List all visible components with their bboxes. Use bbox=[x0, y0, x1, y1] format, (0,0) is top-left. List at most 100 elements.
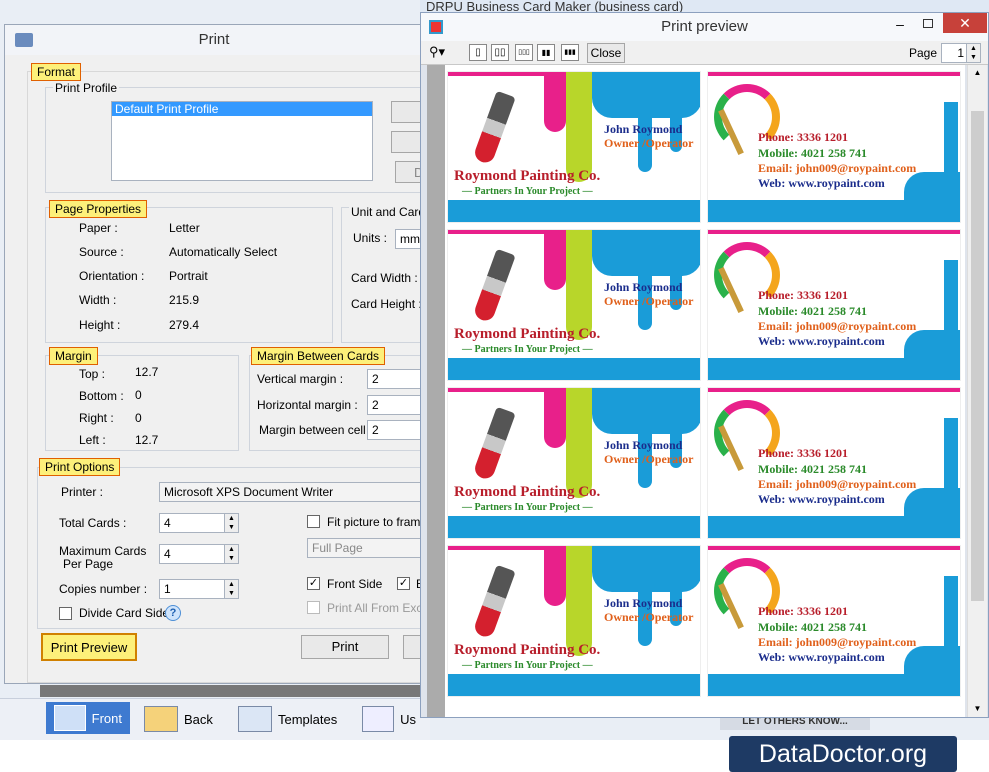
front-card-icon bbox=[54, 705, 86, 731]
total-cards-spin[interactable]: ▲ ▼ bbox=[224, 514, 238, 532]
back-business-card: Phone: 3336 1201 Mobile: 4021 258 741 Emai… bbox=[707, 545, 961, 697]
scroll-down-arrow[interactable]: ▼ bbox=[968, 701, 987, 717]
four-pages-icon[interactable]: ▮▮ bbox=[537, 44, 555, 61]
margin-between-cell-label: Margin between cell : bbox=[259, 423, 373, 437]
preview-close-button[interactable]: Close bbox=[587, 43, 625, 63]
print-all-excel-checkbox[interactable] bbox=[307, 601, 320, 614]
copies-spin[interactable]: ▲ ▼ bbox=[224, 580, 238, 598]
paper-label: Paper : bbox=[79, 221, 118, 235]
vertical-margin-input[interactable]: 2 bbox=[367, 369, 425, 389]
divide-card-checkbox[interactable] bbox=[59, 607, 72, 620]
margin-between-label: Margin Between Cards bbox=[251, 347, 386, 365]
paintbrush-icon bbox=[472, 90, 516, 166]
paint-splash bbox=[544, 72, 566, 132]
units-label: Units : bbox=[353, 231, 388, 245]
scroll-track[interactable] bbox=[40, 685, 430, 697]
nav-front-button[interactable]: Front bbox=[46, 702, 130, 734]
page-number-stepper[interactable]: 1 ▲ ▼ bbox=[941, 43, 981, 63]
horizontal-margin-label: Horizontal margin : bbox=[257, 398, 358, 412]
print-profile-list[interactable]: Default Print Profile bbox=[111, 101, 373, 181]
margin-between-cell-input[interactable]: 2 bbox=[367, 420, 425, 440]
printer-select[interactable]: Microsoft XPS Document Writer bbox=[159, 482, 425, 502]
back-business-card: Phone: 3336 1201 Mobile: 4021 258 741 Emai… bbox=[707, 387, 961, 539]
maximize-button[interactable] bbox=[917, 17, 939, 33]
total-cards-value: 4 bbox=[164, 516, 171, 530]
max-cards-value: 4 bbox=[164, 547, 171, 561]
scroll-up-arrow[interactable]: ▲ bbox=[968, 65, 987, 81]
margin-right-value: 0 bbox=[135, 411, 142, 425]
two-pages-icon[interactable]: ▯▯ bbox=[491, 44, 509, 61]
format-label: Format bbox=[31, 63, 82, 81]
scroll-thumb[interactable] bbox=[971, 111, 984, 601]
fit-picture-label: Fit picture to fram bbox=[327, 515, 421, 529]
margin-top-value: 12.7 bbox=[135, 365, 159, 379]
card-person-role: Owner /Operator bbox=[604, 610, 694, 624]
front-business-card: John Roymond Owner /Operator Roymond Paint… bbox=[447, 229, 701, 381]
close-window-button[interactable]: ✕ bbox=[943, 13, 987, 33]
back-side-checkbox[interactable]: ✓ bbox=[397, 577, 410, 590]
card-mobile: Mobile: 4021 258 741 bbox=[758, 462, 867, 476]
card-email: Email: john009@roypaint.com bbox=[758, 161, 917, 175]
fit-mode-select[interactable]: Full Page bbox=[307, 538, 425, 558]
user-icon bbox=[362, 706, 395, 732]
print-all-excel-label: Print All From Excel bbox=[327, 601, 432, 615]
printer-app-icon bbox=[15, 33, 33, 47]
page-properties-label: Page Properties bbox=[49, 200, 148, 218]
print-button[interactable]: Print bbox=[301, 635, 389, 659]
orientation-label: Orientation : bbox=[79, 269, 145, 283]
front-side-checkbox[interactable]: ✓ bbox=[307, 577, 320, 590]
help-icon[interactable]: ? bbox=[165, 605, 181, 621]
margin-left-value: 12.7 bbox=[135, 433, 159, 447]
print-dialog: Print Format Print Profile Default Print… bbox=[4, 24, 432, 684]
three-pages-icon[interactable]: ▯▯▯ bbox=[515, 44, 533, 61]
nav-templates-button[interactable]: Templates bbox=[230, 703, 345, 735]
minimize-button[interactable]: – bbox=[889, 17, 911, 33]
page-number-value: 1 bbox=[957, 46, 964, 60]
max-cards-spin[interactable]: ▲ ▼ bbox=[224, 545, 238, 563]
card-phone: Phone: 3336 1201 bbox=[758, 288, 848, 302]
card-email: Email: john009@roypaint.com bbox=[758, 635, 917, 649]
six-pages-icon[interactable]: ▮▮▮ bbox=[561, 44, 579, 61]
nav-user-button[interactable]: Us bbox=[354, 703, 424, 735]
copies-stepper[interactable]: 1 ▲ ▼ bbox=[159, 579, 239, 599]
profile-item-default[interactable]: Default Print Profile bbox=[112, 102, 372, 116]
tell-others-banner[interactable]: LET OTHERS KNOW... bbox=[720, 716, 870, 730]
card-height-label: Card Height : bbox=[351, 297, 422, 311]
zoom-icon[interactable]: ⚲▾ bbox=[429, 44, 455, 61]
source-value: Automatically Select bbox=[169, 245, 278, 259]
datadoctor-watermark: DataDoctor.org bbox=[729, 736, 957, 772]
print-options-label: Print Options bbox=[39, 458, 121, 476]
max-cards-stepper[interactable]: 4 ▲ ▼ bbox=[159, 544, 239, 564]
paper-value: Letter bbox=[169, 221, 200, 235]
print-dialog-title: Print bbox=[5, 25, 423, 55]
back-business-card: Phone: 3336 1201 Mobile: 4021 258 741 Emai… bbox=[707, 229, 961, 381]
height-value: 279.4 bbox=[169, 318, 200, 332]
preview-scrollbar[interactable]: ▲ ▼ bbox=[967, 65, 987, 717]
print-profile-label: Print Profile bbox=[53, 81, 120, 95]
width-value: 215.9 bbox=[169, 293, 200, 307]
vertical-margin-label: Vertical margin : bbox=[257, 372, 344, 386]
max-cards-label-line2: Per Page bbox=[63, 557, 114, 571]
card-web: Web: www.roypaint.com bbox=[758, 334, 885, 348]
one-page-icon[interactable]: ▯ bbox=[469, 44, 487, 61]
card-company-name: Roymond Painting Co. bbox=[454, 168, 601, 184]
horizontal-margin-input[interactable]: 2 bbox=[367, 395, 425, 415]
card-bottom-band bbox=[708, 516, 960, 538]
card-tagline: — Partners In Your Project — bbox=[462, 186, 593, 197]
card-top-stripe bbox=[708, 388, 960, 392]
card-bottom-band bbox=[448, 200, 700, 222]
card-phone: Phone: 3336 1201 bbox=[758, 604, 848, 618]
copies-label: Copies number : bbox=[59, 582, 148, 596]
nav-user-label: Us bbox=[400, 711, 416, 727]
margin-label: Margin bbox=[49, 347, 98, 365]
card-web: Web: www.roypaint.com bbox=[758, 650, 885, 664]
total-cards-stepper[interactable]: 4 ▲ ▼ bbox=[159, 513, 239, 533]
print-preview-button[interactable]: Print Preview bbox=[41, 633, 137, 661]
nav-back-button[interactable]: Back bbox=[136, 703, 221, 735]
card-bottom-band bbox=[708, 358, 960, 380]
paint-splash bbox=[566, 72, 592, 182]
card-web: Web: www.roypaint.com bbox=[758, 492, 885, 506]
preview-canvas[interactable]: John Roymond Owner /Operator Roymond Paint… bbox=[427, 65, 965, 717]
page-spin[interactable]: ▲ ▼ bbox=[966, 44, 980, 62]
fit-picture-checkbox[interactable] bbox=[307, 515, 320, 528]
